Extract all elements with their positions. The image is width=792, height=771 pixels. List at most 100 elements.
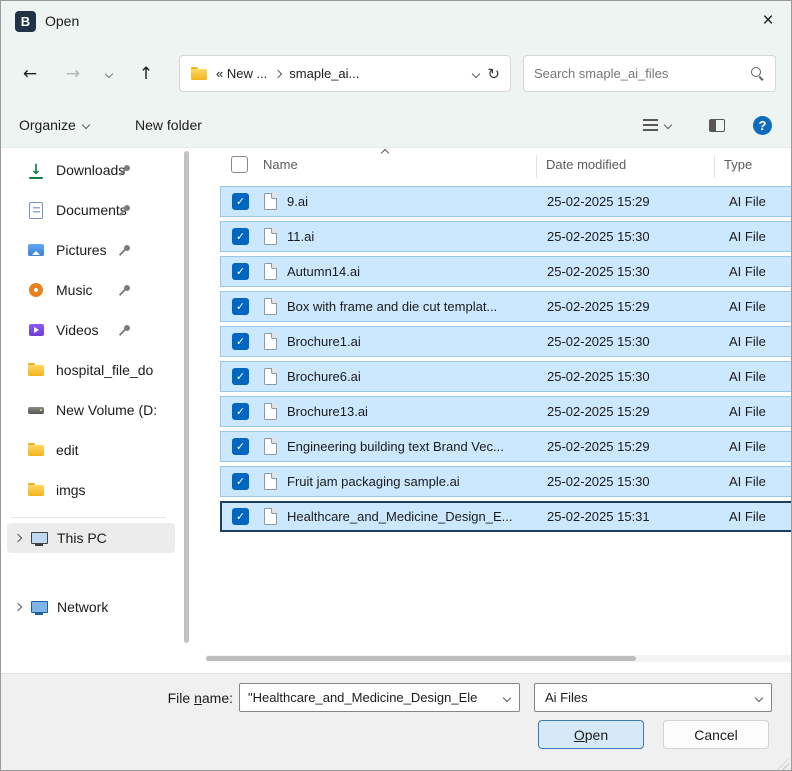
check-icon: ✓: [236, 405, 245, 418]
pin-icon: [119, 284, 131, 296]
row-checkbox[interactable]: ✓: [232, 473, 249, 490]
table-row[interactable]: ✓ Box with frame and die cut templat... …: [220, 291, 792, 322]
address-dropdown-icon[interactable]: [472, 69, 480, 77]
select-all-checkbox[interactable]: [231, 156, 248, 173]
sidebar-item[interactable]: Pictures: [1, 230, 181, 270]
forward-button[interactable]: →: [58, 59, 88, 89]
sidebar-item[interactable]: hospital_file_do: [1, 350, 181, 390]
row-checkbox[interactable]: ✓: [232, 263, 249, 280]
chevron-down-icon: [664, 121, 672, 129]
sidebar-item-icon: [27, 281, 45, 299]
file-name-label: File name:: [121, 690, 233, 706]
file-name: Brochure6.ai: [287, 369, 539, 384]
row-checkbox[interactable]: ✓: [232, 193, 249, 210]
sidebar-item-icon: [27, 481, 45, 499]
close-button[interactable]: ×: [745, 1, 791, 41]
table-row[interactable]: ✓ Brochure13.ai 25-02-2025 15:29 AI File: [220, 396, 792, 427]
help-button[interactable]: ?: [747, 109, 778, 141]
search-box[interactable]: [523, 55, 776, 92]
sidebar-item[interactable]: New Volume (D:: [1, 390, 181, 430]
check-icon: ✓: [236, 195, 245, 208]
column-header-name[interactable]: Name: [263, 157, 298, 172]
file-type-value: Ai Files: [535, 690, 756, 705]
row-checkbox[interactable]: ✓: [232, 333, 249, 350]
sidebar-tree-item[interactable]: This PC: [7, 523, 175, 553]
table-row[interactable]: ✓ Fruit jam packaging sample.ai 25-02-20…: [220, 466, 792, 497]
help-icon: ?: [753, 116, 772, 135]
file-name-combobox[interactable]: [239, 683, 520, 712]
file-type: AI File: [729, 299, 792, 314]
file-name-input[interactable]: [240, 690, 504, 705]
new-folder-button[interactable]: New folder: [129, 109, 208, 141]
window-chrome: B Open × ← → ↑ « New ...: [1, 1, 791, 148]
sidebar-item-label: hospital_file_do: [56, 362, 153, 378]
file-date: 25-02-2025 15:31: [547, 509, 697, 524]
resize-grip[interactable]: [777, 758, 789, 770]
chevron-down-icon[interactable]: [503, 693, 511, 701]
file-icon: [264, 508, 277, 525]
column-divider[interactable]: [536, 155, 537, 178]
table-row[interactable]: ✓ Healthcare_and_Medicine_Design_E... 25…: [220, 501, 792, 532]
breadcrumb-overflow[interactable]: « New ...: [216, 66, 267, 81]
check-icon: ✓: [236, 335, 245, 348]
row-checkbox[interactable]: ✓: [232, 403, 249, 420]
horizontal-scrollbar-thumb[interactable]: [206, 656, 636, 661]
row-checkbox[interactable]: ✓: [232, 508, 249, 525]
sidebar-item-icon: [27, 441, 45, 459]
column-header-type[interactable]: Type: [724, 157, 752, 172]
row-checkbox[interactable]: ✓: [232, 228, 249, 245]
recent-locations-button[interactable]: [99, 59, 119, 89]
table-row[interactable]: ✓ Autumn14.ai 25-02-2025 15:30 AI File: [220, 256, 792, 287]
breadcrumb-current[interactable]: smaple_ai...: [289, 66, 359, 81]
sidebar-item[interactable]: edit: [1, 430, 181, 470]
file-icon: [264, 228, 277, 245]
row-checkbox[interactable]: ✓: [232, 438, 249, 455]
file-name: Brochure1.ai: [287, 334, 539, 349]
file-type-dropdown[interactable]: Ai Files: [534, 683, 772, 712]
chevron-right-icon[interactable]: [14, 534, 22, 542]
file-date: 25-02-2025 15:30: [547, 229, 697, 244]
refresh-icon[interactable]: ↻: [487, 65, 500, 83]
open-button-label: Open: [574, 727, 608, 743]
sidebar-item-label: Documents: [56, 202, 127, 218]
table-row[interactable]: ✓ Engineering building text Brand Vec...…: [220, 431, 792, 462]
chevron-right-icon[interactable]: [14, 603, 22, 611]
table-row[interactable]: ✓ 9.ai 25-02-2025 15:29 AI File: [220, 186, 792, 217]
row-checkbox[interactable]: ✓: [232, 368, 249, 385]
sidebar-tree-item[interactable]: Network: [7, 592, 175, 622]
sidebar-scrollbar[interactable]: [184, 151, 189, 643]
pin-icon: [119, 324, 131, 336]
horizontal-scrollbar[interactable]: [206, 655, 791, 662]
sidebar-item[interactable]: Videos: [1, 310, 181, 350]
up-button[interactable]: ↑: [131, 59, 161, 89]
up-icon: ↑: [139, 64, 153, 84]
navigation-bar: ← → ↑ « New ... smaple_ai... ↻: [1, 51, 791, 95]
sidebar-item[interactable]: Downloads: [1, 150, 181, 190]
file-icon: [264, 193, 277, 210]
row-checkbox[interactable]: ✓: [232, 298, 249, 315]
sidebar-item[interactable]: Documents: [1, 190, 181, 230]
sidebar-item-icon: [27, 161, 45, 179]
sidebar-item-icon: [27, 201, 45, 219]
check-icon: ✓: [236, 265, 245, 278]
table-row[interactable]: ✓ Brochure6.ai 25-02-2025 15:30 AI File: [220, 361, 792, 392]
table-row[interactable]: ✓ 11.ai 25-02-2025 15:30 AI File: [220, 221, 792, 252]
view-mode-button[interactable]: [637, 109, 677, 141]
breadcrumb-separator-icon: [274, 69, 282, 77]
column-header-date[interactable]: Date modified: [546, 157, 626, 172]
sidebar-item[interactable]: Music: [1, 270, 181, 310]
back-button[interactable]: ←: [15, 59, 45, 89]
search-input[interactable]: [534, 66, 750, 81]
table-row[interactable]: ✓ Brochure1.ai 25-02-2025 15:30 AI File: [220, 326, 792, 357]
organize-button[interactable]: Organize: [13, 109, 95, 141]
sidebar-item[interactable]: imgs: [1, 470, 181, 510]
preview-pane-button[interactable]: [703, 109, 731, 141]
pin-icon: [119, 164, 131, 176]
sidebar-item-icon: [27, 241, 45, 259]
file-type: AI File: [729, 194, 792, 209]
close-icon: ×: [762, 10, 773, 32]
open-button[interactable]: Open: [538, 720, 644, 749]
address-bar[interactable]: « New ... smaple_ai... ↻: [179, 55, 511, 92]
column-divider[interactable]: [714, 155, 715, 178]
cancel-button[interactable]: Cancel: [663, 720, 769, 749]
